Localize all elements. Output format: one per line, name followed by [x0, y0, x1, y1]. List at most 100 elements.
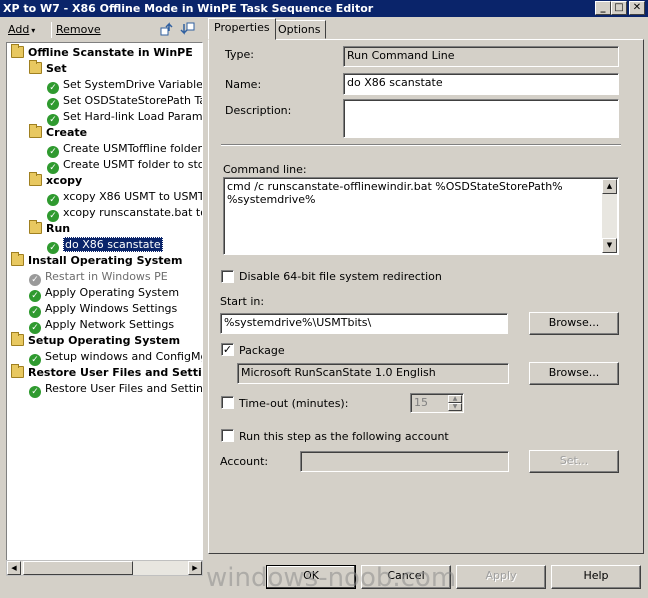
separator: [221, 144, 621, 146]
add-label: Add: [8, 23, 30, 36]
tree-step-item[interactable]: ✓ Set SystemDrive Variable: [47, 77, 203, 94]
chevron-down-icon: ▾: [31, 26, 36, 35]
properties-panel: Type: Run Command Line Name: do X86 scan…: [208, 39, 644, 554]
scroll-down-icon[interactable]: ▼: [602, 238, 617, 253]
description-label: Description:: [225, 104, 292, 117]
tree-group-item[interactable]: Run: [29, 220, 71, 237]
run-as-checkbox[interactable]: [221, 429, 234, 442]
tree-item-label: Set: [46, 62, 67, 75]
tree-item-label: Install Operating System: [28, 254, 183, 267]
folder-icon: [29, 60, 42, 74]
command-line-scrollbar[interactable]: ▲ ▼: [602, 179, 617, 253]
toolbar-separator: [51, 22, 52, 38]
tree-step-item[interactable]: ✓ Apply Windows Settings: [29, 301, 178, 318]
tree-step-item[interactable]: ✓ Create USMT folder to stor: [47, 157, 203, 174]
tree-item-label: Restore User Files and Settings: [28, 366, 202, 379]
start-in-input[interactable]: %systemdrive%\USMTbits\: [220, 313, 508, 334]
watermark: windows-noob.com: [206, 563, 457, 593]
package-checkbox[interactable]: ✓: [221, 343, 234, 356]
tree-step-item[interactable]: ✓ Apply Operating System: [29, 285, 180, 302]
tree-item-label: do X86 scanstate: [63, 237, 163, 252]
timeout-checkbox[interactable]: [221, 396, 234, 409]
tree-item-label: Set OSDStateStorePath Ta: [63, 94, 203, 107]
tree-item-label: Apply Operating System: [45, 286, 180, 299]
tab-options[interactable]: Options: [272, 20, 327, 39]
add-menu-button[interactable]: Add ▾: [8, 23, 35, 36]
tree-item-label: Setup Operating System: [28, 334, 181, 347]
start-in-browse-button[interactable]: Browse...: [529, 312, 619, 335]
spin-up-icon[interactable]: ▲: [448, 395, 462, 403]
command-line-label: Command line:: [223, 163, 307, 176]
command-line-input[interactable]: cmd /c runscanstate-offlinewindir.bat %O…: [223, 177, 619, 255]
timeout-stepper[interactable]: 15 ▲ ▼: [410, 393, 464, 413]
folder-icon: [11, 44, 24, 58]
window-titlebar[interactable]: XP to W7 - X86 Offline Mode in WinPE Tas…: [0, 0, 648, 17]
tree-item-label: xcopy X86 USMT to USMTb: [63, 190, 203, 203]
name-label: Name:: [225, 78, 262, 91]
minimize-button[interactable]: _: [595, 1, 611, 15]
package-browse-button[interactable]: Browse...: [529, 362, 619, 385]
name-input[interactable]: do X86 scanstate: [343, 73, 619, 95]
package-value: Microsoft RunScanState 1.0 English: [237, 363, 509, 384]
tree-group-item[interactable]: Restore User Files and Settings: [11, 364, 202, 381]
folder-icon: [11, 252, 24, 266]
type-value: Run Command Line: [343, 46, 619, 67]
scroll-up-icon[interactable]: ▲: [602, 179, 617, 194]
tree-item-label: Setup windows and ConfigMgr: [45, 350, 203, 363]
tree-step-item[interactable]: ✓ Set Hard-link Load Paramet: [47, 109, 203, 126]
disable-redirection-checkbox[interactable]: [221, 270, 234, 283]
tree-item-label: Create USMT folder to stor: [63, 158, 203, 171]
remove-button[interactable]: Remove: [56, 23, 101, 36]
account-label: Account:: [220, 455, 269, 468]
set-account-button[interactable]: Set...: [529, 450, 619, 473]
timeout-spin[interactable]: ▲ ▼: [448, 395, 462, 411]
task-sequence-tree[interactable]: Offline Scanstate in WinPE Set ✓ Set System…: [6, 42, 203, 562]
tree-item-label: Apply Windows Settings: [45, 302, 178, 315]
tree-item-label: Offline Scanstate in WinPE: [28, 46, 193, 59]
tree-step-item[interactable]: ✓ Apply Network Settings: [29, 317, 174, 334]
scroll-left-icon[interactable]: ◀: [7, 561, 21, 575]
tree-group-item[interactable]: Offline Scanstate in WinPE: [11, 44, 193, 61]
tree-step-item[interactable]: ✓ do X86 scanstate: [47, 237, 163, 254]
run-as-label[interactable]: Run this step as the following account: [239, 430, 449, 443]
command-line-text-line-2: %systemdrive%: [227, 193, 316, 206]
disable-redirection-label[interactable]: Disable 64-bit file system redirection: [239, 270, 442, 283]
tree-step-item[interactable]: ✓ Create USMToffline folder: [47, 141, 202, 158]
tree-horizontal-scrollbar[interactable]: ◀ ▶: [6, 560, 203, 576]
tree-step-item[interactable]: ✓ Restore User Files and Settings: [29, 381, 202, 398]
timeout-value: 15: [414, 396, 428, 409]
account-input[interactable]: [300, 451, 509, 472]
scroll-right-icon[interactable]: ▶: [188, 561, 202, 575]
folder-icon: [11, 364, 24, 378]
step-check-icon: ✓: [29, 386, 41, 398]
scroll-thumb[interactable]: [23, 561, 133, 575]
tree-item-label: Set SystemDrive Variable: [63, 78, 203, 91]
move-down-icon[interactable]: [180, 21, 196, 37]
tree-item-label: Restart in Windows PE: [45, 270, 168, 283]
tree-group-item[interactable]: Create: [29, 124, 88, 141]
tree-step-item[interactable]: ✓ Setup windows and ConfigMgr: [29, 349, 203, 366]
tree-group-item[interactable]: Set: [29, 60, 67, 77]
tree-step-item[interactable]: ✓ xcopy runscanstate.bat to: [47, 205, 202, 222]
tab-properties[interactable]: Properties: [208, 18, 276, 40]
tree-step-item[interactable]: ✓ xcopy X86 USMT to USMTb: [47, 189, 203, 206]
description-input[interactable]: [343, 99, 619, 138]
timeout-label[interactable]: Time-out (minutes):: [239, 397, 348, 410]
tree-step-item[interactable]: ✓ Set OSDStateStorePath Ta: [47, 93, 203, 110]
task-sequence-pane: Add ▾ Remove Offline Scanstate in WinPE Se…: [4, 19, 203, 576]
move-up-icon[interactable]: [159, 21, 175, 37]
apply-button[interactable]: Apply: [456, 565, 546, 589]
tree-group-item[interactable]: Install Operating System: [11, 252, 183, 269]
tree-step-item[interactable]: ✓ Restart in Windows PE: [29, 269, 168, 286]
spin-down-icon[interactable]: ▼: [448, 403, 462, 411]
tree-item-label: Create: [46, 126, 88, 139]
tree-item-label: Run: [46, 222, 71, 235]
tree-item-label: Set Hard-link Load Paramet: [63, 110, 203, 123]
tree-group-item[interactable]: Setup Operating System: [11, 332, 181, 349]
tree-group-item[interactable]: xcopy: [29, 172, 82, 189]
maximize-button[interactable]: □: [611, 1, 627, 15]
window-title: XP to W7 - X86 Offline Mode in WinPE Tas…: [3, 2, 374, 15]
close-button[interactable]: ✕: [629, 1, 645, 15]
package-label[interactable]: Package: [239, 344, 285, 357]
help-button[interactable]: Help: [551, 565, 641, 589]
